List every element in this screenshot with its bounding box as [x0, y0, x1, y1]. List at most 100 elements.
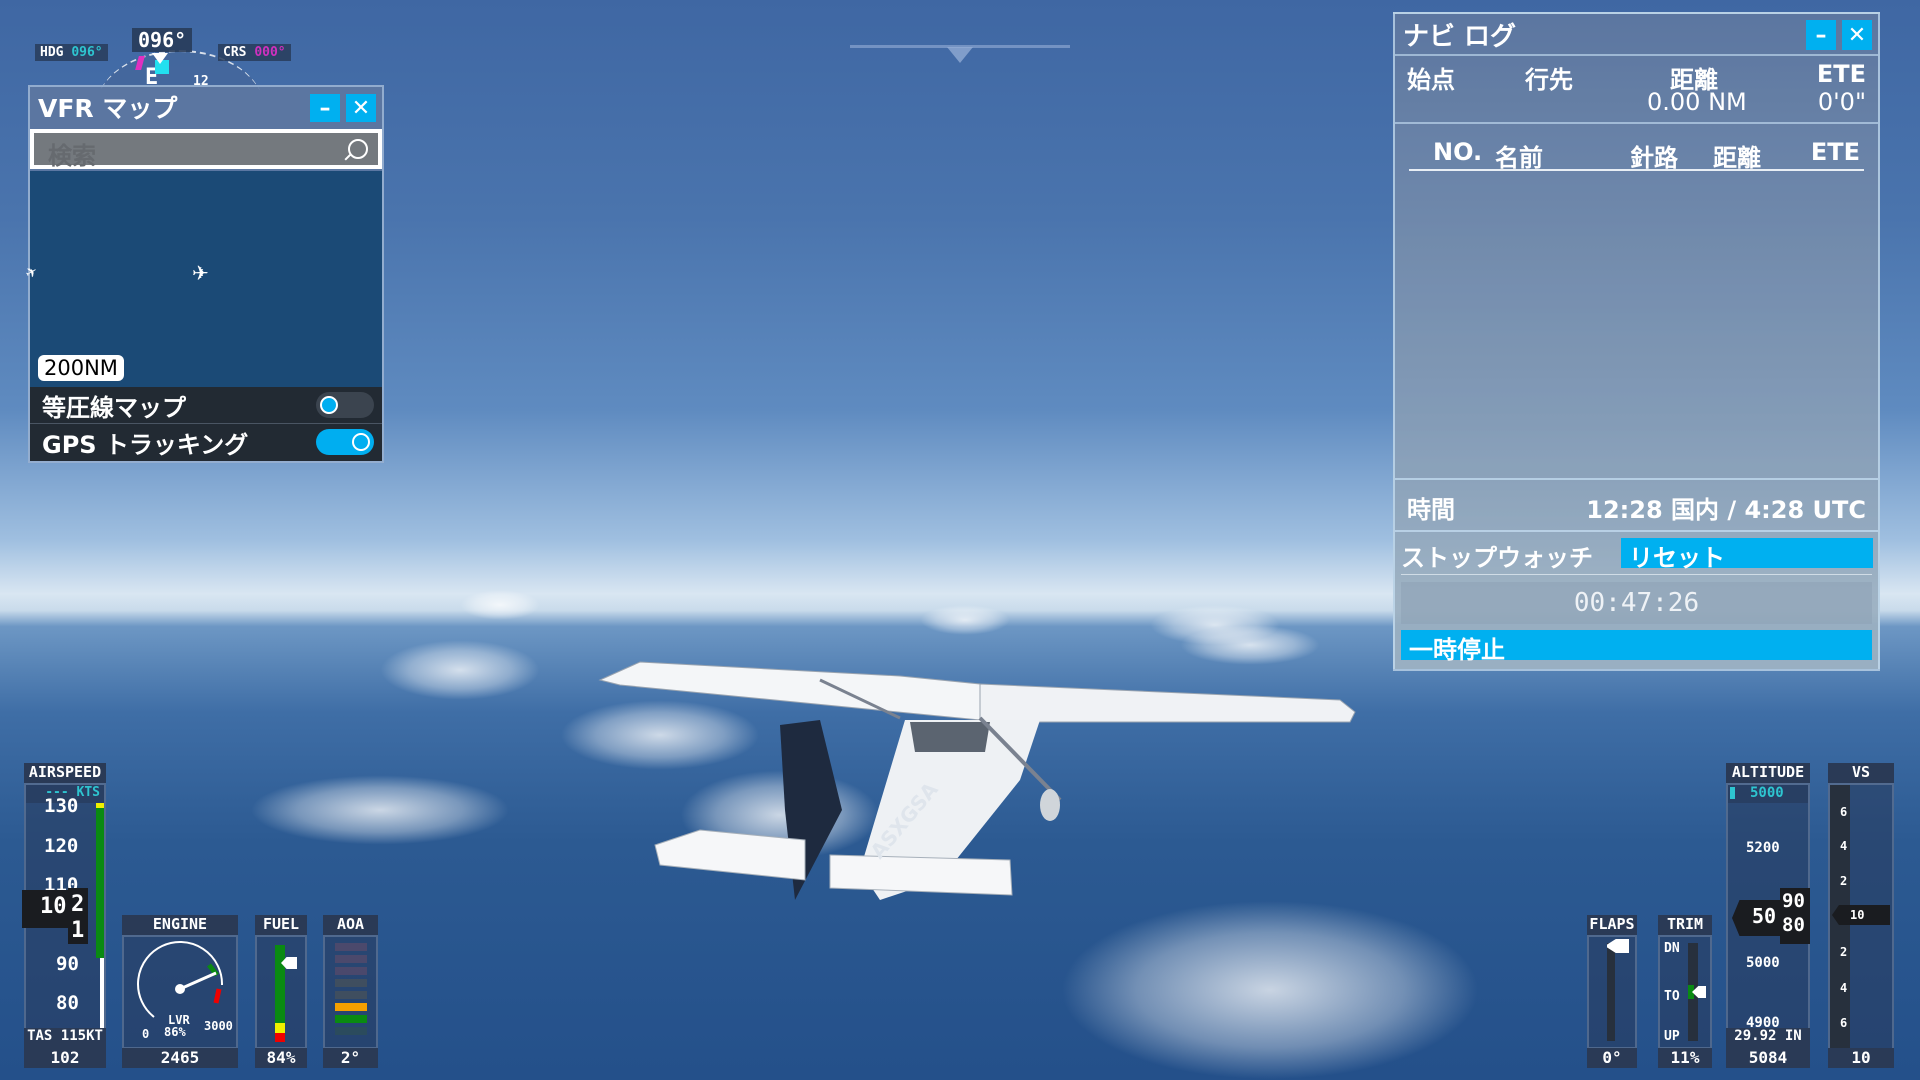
- aoa-segment-active-orange: [335, 1003, 367, 1011]
- engine-gauge: 0 3000 LVR 86%: [122, 935, 238, 1049]
- fuel-bar-red: [275, 1033, 285, 1042]
- aoa-segment: [335, 967, 367, 975]
- own-aircraft-icon: ✈: [192, 261, 209, 285]
- left-horizontal-stabilizer: [654, 829, 806, 881]
- time-value: 12:28 国内 / 4:28 UTC: [1586, 496, 1866, 524]
- search-icon[interactable]: [348, 139, 368, 159]
- vs-label: VS: [1828, 763, 1894, 783]
- baro-setting[interactable]: 29.92 IN: [1726, 1028, 1810, 1048]
- vs-tick: 4: [1840, 981, 1848, 995]
- vfr-map-panel: VFR マップ – ✕ 検索 ✈ ✈ 200NM 等圧線マップ GPS トラッキ…: [23, 85, 384, 463]
- distance-value: 0.00 NM: [1647, 88, 1747, 116]
- airspeed-yellow-arc: [96, 803, 104, 808]
- stopwatch-time: 00:47:26: [1573, 588, 1700, 618]
- vfr-map-minimize-button[interactable]: –: [310, 94, 340, 122]
- crs-readout: CRS 000°: [218, 44, 291, 61]
- pause-label: 一時停止: [1409, 636, 1505, 664]
- close-icon: ✕: [351, 95, 371, 121]
- current-heading: 096°: [132, 28, 193, 52]
- gps-tracking-toggle[interactable]: [316, 429, 374, 455]
- isobar-map-row: 等圧線マップ: [30, 387, 382, 424]
- vfr-map-view[interactable]: ✈ ✈ 200NM: [23, 171, 382, 387]
- traffic-aircraft-icon: ✈: [22, 263, 41, 283]
- time-label: 時間: [1407, 496, 1455, 524]
- search-input[interactable]: 検索: [48, 136, 96, 171]
- vs-pointer-value: 10: [1850, 908, 1865, 922]
- airspeed-tick: 130: [44, 795, 79, 817]
- hdg-readout: HDG 096°: [35, 44, 108, 61]
- waypoint-list[interactable]: [1395, 174, 1878, 474]
- aoa-label: AOA: [323, 915, 378, 935]
- aoa-segment: [335, 979, 367, 987]
- stopwatch-reset-button[interactable]: リセット: [1621, 538, 1873, 572]
- cloud: [920, 605, 1010, 635]
- col-no: NO.: [1433, 138, 1483, 166]
- col-name: 名前: [1495, 144, 1543, 172]
- altitude-roll-up: 90: [1782, 890, 1805, 912]
- altitude-bug-icon: [1730, 787, 1735, 799]
- map-scale-button[interactable]: 200NM: [38, 355, 124, 381]
- vfr-map-toggles: 等圧線マップ GPS トラッキング: [30, 387, 382, 461]
- trim-label: TRIM: [1658, 915, 1712, 935]
- flaps-label: FLAPS: [1587, 915, 1637, 935]
- airspeed-white-arc: [100, 958, 104, 1030]
- cloud: [1060, 900, 1480, 1080]
- vfr-map-title: VFR マップ: [38, 94, 178, 123]
- col-course: 針路: [1630, 144, 1678, 172]
- trim-dn: DN: [1664, 941, 1680, 956]
- stopwatch-pause-button[interactable]: 一時停止: [1401, 630, 1872, 664]
- vfr-map-close-button[interactable]: ✕: [346, 94, 376, 122]
- destination-label: 行先: [1525, 66, 1573, 94]
- trim-to: TO: [1664, 989, 1680, 1004]
- cloud: [460, 590, 540, 620]
- right-wing: [979, 683, 1356, 723]
- aoa-segment-active-green: [335, 1015, 367, 1023]
- vs-tick: 2: [1840, 945, 1848, 959]
- vs-tick: 6: [1840, 805, 1848, 819]
- aoa-segment: [335, 1027, 367, 1035]
- hdg-label: HDG: [40, 45, 64, 60]
- airspeed-tick: 90: [56, 953, 79, 975]
- engine-label: ENGINE: [122, 915, 238, 935]
- true-airspeed: TAS 115KT: [24, 1028, 106, 1048]
- stopwatch-label: ストップウォッチ: [1401, 544, 1593, 572]
- nav-log-close-button[interactable]: ✕: [1842, 20, 1872, 50]
- fuel-label: FUEL: [255, 915, 307, 935]
- isobar-map-toggle[interactable]: [316, 392, 374, 418]
- vfr-map-search[interactable]: 検索: [30, 129, 382, 171]
- engine-rpm: 2465: [122, 1048, 238, 1068]
- altitude-tick: 5200: [1746, 840, 1780, 856]
- right-horizontal-stabilizer: [829, 854, 1013, 896]
- nav-log-summary: 始点 行先 距離 0.00 NM ETE 0'0": [1395, 56, 1878, 124]
- airspeed-current: 10: [40, 894, 67, 919]
- flaps-gauge: [1587, 935, 1637, 1049]
- origin-label: 始点: [1407, 66, 1455, 94]
- altitude-tick: 5000: [1746, 955, 1780, 971]
- gps-tracking-label: GPS トラッキング: [42, 430, 249, 459]
- aoa-segment: [335, 943, 367, 951]
- vs-tick: 2: [1840, 874, 1848, 888]
- vs-value: 10: [1828, 1048, 1894, 1068]
- trim-gauge: DN TO UP: [1658, 935, 1712, 1049]
- altitude-selected: 5000: [1728, 785, 1808, 803]
- airspeed-label: AIRSPEED: [24, 763, 106, 783]
- rpm-needle: [179, 971, 217, 991]
- airspeed-tick: 120: [44, 835, 79, 857]
- altitude-selected-value: 5000: [1750, 785, 1784, 801]
- cloud: [380, 640, 540, 700]
- stopwatch-divider: [1401, 574, 1872, 575]
- reset-label: リセット: [1629, 544, 1725, 572]
- aoa-segment: [335, 991, 367, 999]
- minimize-icon: –: [319, 95, 331, 121]
- table-divider: [1409, 169, 1864, 171]
- airspeed-value: 102: [24, 1048, 106, 1068]
- nav-log-minimize-button[interactable]: –: [1806, 20, 1836, 50]
- altitude-label: ALTITUDE: [1726, 763, 1810, 783]
- crs-value: 000°: [254, 45, 286, 60]
- stopwatch-display: 00:47:26: [1401, 582, 1872, 624]
- crs-label: CRS: [223, 45, 247, 60]
- aoa-segment: [335, 955, 367, 963]
- rpm-min: 0: [142, 1027, 150, 1041]
- ete-label: ETE: [1816, 60, 1866, 88]
- waypoint-table-header: NO. 名前 針路 距離 ETE: [1395, 124, 1878, 174]
